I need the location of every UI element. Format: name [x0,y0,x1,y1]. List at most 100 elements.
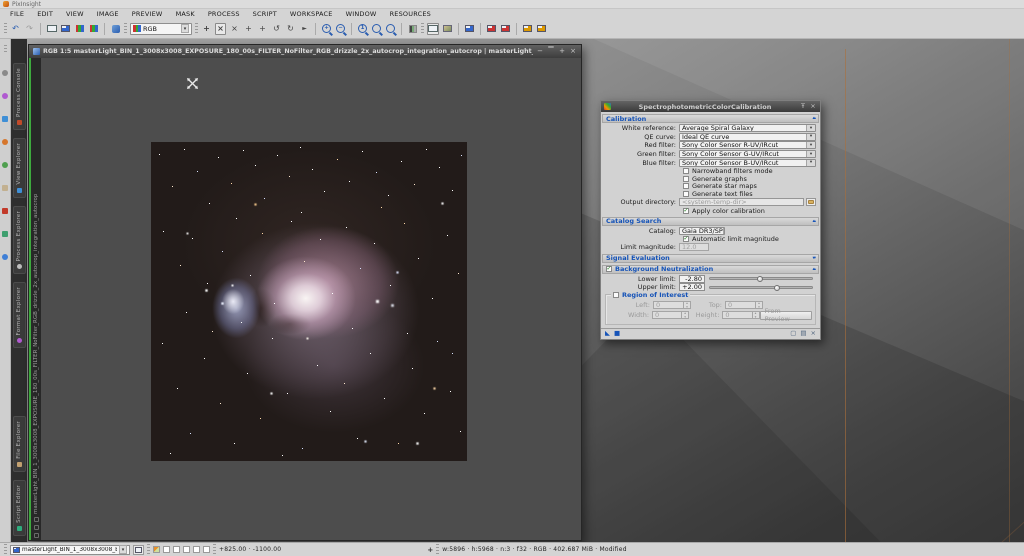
chevron-down-icon[interactable]: ▾ [806,134,815,140]
redo-icon[interactable]: ↷ [24,23,35,35]
limit-magnitude-field[interactable]: 12.0 [679,243,709,251]
browse-folder-button[interactable] [806,198,816,206]
generate-graphs-checkbox-row[interactable]: Generate graphs [683,175,820,183]
slider-thumb[interactable] [757,276,763,282]
zoom-fill-icon[interactable] [385,23,396,35]
red-flag-icon[interactable] [2,208,8,214]
chevron-down-icon[interactable]: ▾ [806,151,815,157]
tab-file-explorer[interactable]: File Explorer [13,416,26,472]
spin-down-icon[interactable]: ▾ [682,316,688,320]
qe-curve-select[interactable]: Ideal QE curve ▾ [679,133,816,141]
spcc-dialog[interactable]: SpectrophotometricColorCalibration Ŧ × C… [600,100,821,340]
purple-dot-icon[interactable] [2,93,8,99]
checkbox-unchecked[interactable] [683,191,689,197]
spinner-arrows[interactable]: ▴▾ [683,302,690,308]
menu-file[interactable]: FILE [10,10,24,18]
section-background-neutralization[interactable]: ✓ Background Neutralization ▴▴ [602,265,819,274]
chevron-down-icon[interactable]: ▾ [119,545,127,554]
section-catalog-search[interactable]: Catalog Search ▴▴ [602,217,819,226]
apply-color-checkbox-row[interactable]: ✓ Apply color calibration [683,207,820,215]
statusbar-grip[interactable] [4,544,7,556]
menu-script[interactable]: SCRIPT [253,10,277,18]
generate-textfiles-checkbox-row[interactable]: Generate text files [683,190,820,198]
spinner-arrows[interactable]: ▴▾ [752,312,759,318]
close-icon[interactable]: × [569,48,577,55]
iconize-icon[interactable]: − [536,48,544,55]
zoom-window-icon[interactable]: + [558,48,566,55]
pin-icon[interactable]: Ŧ [799,103,807,110]
blue-target-icon[interactable] [2,254,8,260]
zoom-mode-selected-icon[interactable]: × [215,23,226,35]
menu-workspace[interactable]: WORKSPACE [290,10,333,18]
zoom-1-1-icon[interactable]: 1 [357,23,368,35]
spin-down-icon[interactable]: ▾ [684,306,690,310]
statusbar-grip[interactable] [147,544,150,556]
roi-width-spinner[interactable]: 0 ▴▾ [652,311,689,319]
rgb-channels-icon[interactable] [74,23,85,35]
gear-icon[interactable] [2,70,8,76]
from-preview-button[interactable]: From Preview [760,311,812,320]
undo-icon[interactable]: ↶ [10,23,21,35]
statusbar-grip[interactable] [213,544,216,556]
collapse-icon[interactable]: ▴▴ [812,219,815,224]
checkbox-checked[interactable]: ✓ [683,236,689,242]
orion-nebula-image[interactable] [151,142,467,461]
roi-left-spinner[interactable]: 0 ▴▾ [653,301,691,309]
menu-resources[interactable]: RESOURCES [390,10,431,18]
section-signal-evaluation[interactable]: Signal Evaluation ▾▾ [602,254,819,263]
menu-mask[interactable]: MASK [176,10,195,18]
menu-window[interactable]: WINDOW [346,10,377,18]
menu-view[interactable]: VIEW [66,10,84,18]
toolbar-grip[interactable] [195,23,198,35]
chevron-down-icon[interactable]: ▾ [806,142,815,148]
chevron-down-icon[interactable]: ▾ [806,160,815,166]
new-instance-icon[interactable]: ◣ [605,330,610,337]
lower-limit-field[interactable]: -2.80 [679,275,705,283]
catalog-select[interactable]: Gaia DR3/SP ▾ [679,227,725,235]
center-view-icon[interactable]: + [243,23,254,35]
spcc-titlebar[interactable]: SpectrophotometricColorCalibration Ŧ × [601,101,820,112]
realtime-preview-icon[interactable]: ▢ [790,330,796,337]
toolbar-grip[interactable] [421,23,424,35]
chevron-down-icon[interactable]: ▾ [723,228,725,234]
cascade-windows-icon[interactable] [536,23,547,35]
menu-preview[interactable]: PREVIEW [132,10,163,18]
roi-top-spinner[interactable]: 0 ▴▾ [725,301,763,309]
tab-view-explorer[interactable]: View Explorer [13,138,26,198]
toolbar-grip[interactable] [124,23,127,35]
rotate-right-icon[interactable]: ↻ [285,23,296,35]
crosshair-icon[interactable]: + [257,23,268,35]
chevron-down-icon[interactable]: ▾ [806,125,815,131]
image-canvas[interactable] [41,58,581,540]
toolbar-grip[interactable] [4,23,7,35]
close-window-icon[interactable] [486,23,497,35]
image-window-titlebar[interactable]: RGB 1:5 masterLight_BIN_1_3008x3008_EXPO… [29,45,581,58]
output-directory-field[interactable]: <system-temp-dir> [679,198,804,206]
checkbox-checked[interactable]: ✓ [683,208,689,214]
iconize-window-icon[interactable] [464,23,475,35]
spin-down-icon[interactable]: ▾ [753,316,759,320]
checkbox-unchecked[interactable] [613,292,619,298]
screen-transfer-icon[interactable] [46,23,57,35]
checkbox-unchecked[interactable] [683,176,689,182]
pan-mode-icon[interactable]: + [201,23,212,35]
strip-grip[interactable] [4,45,7,53]
lower-limit-slider[interactable] [709,277,813,280]
expand-icon[interactable]: ▾▾ [812,256,815,261]
zoom-in-icon[interactable]: + [321,23,332,35]
tab-process-explorer[interactable]: Process Explorer [13,206,26,274]
duplicate-view-button[interactable] [133,545,144,555]
rgba-channels-icon[interactable] [88,23,99,35]
channel-selector[interactable]: RGB ▾ [130,23,192,35]
spinner-arrows[interactable]: ▴▾ [681,312,688,318]
narrowband-checkbox-row[interactable]: Narrowband filters mode [683,167,820,175]
workspace-mode-icon[interactable] [427,23,439,35]
rotate-left-icon[interactable]: ↺ [271,23,282,35]
tab-format-explorer[interactable]: Format Explorer [13,282,26,349]
menu-image[interactable]: IMAGE [97,10,119,18]
tan-box-icon[interactable] [2,185,8,191]
roi-height-spinner[interactable]: 0 ▴▾ [722,311,759,319]
red-filter-select[interactable]: Sony Color Sensor R-UV/IRcut ▾ [679,141,816,149]
blue-square-icon[interactable] [2,116,8,122]
chevron-down-icon[interactable]: ▾ [181,24,189,33]
